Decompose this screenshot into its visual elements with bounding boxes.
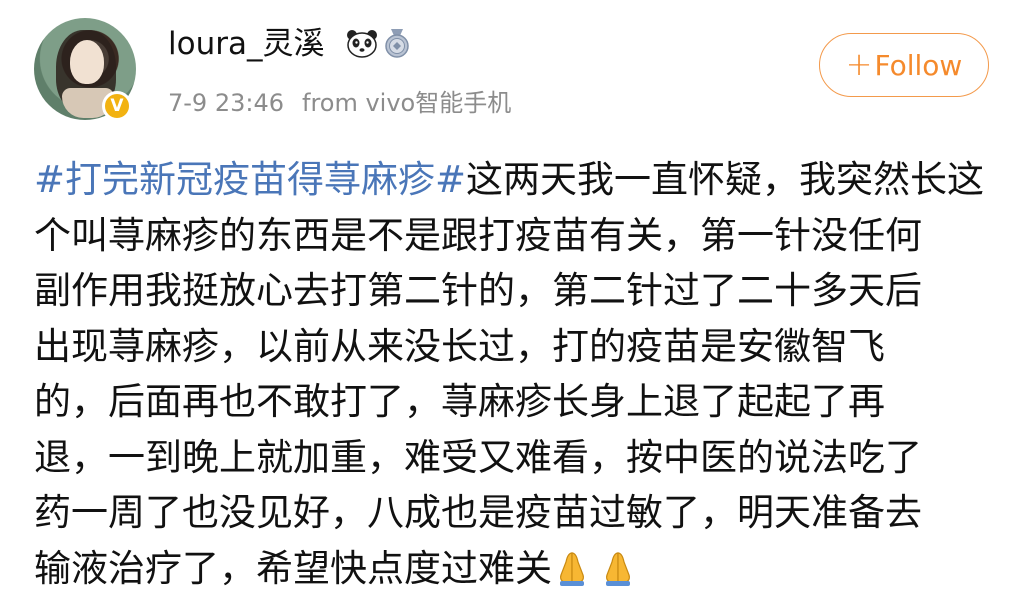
follow-button[interactable]: +Follow [819, 33, 989, 97]
post-text: 这两天我一直怀疑，我突然长这 [466, 158, 985, 201]
post-line: 个叫荨麻疹的东西是不是跟打疫苗有关，第一针没任何 [34, 213, 922, 257]
panda-icon [345, 28, 379, 58]
post-text: 输液治疗了，希望快点度过难关 [34, 546, 552, 590]
plus-icon: + [845, 45, 873, 83]
hashtag-link[interactable]: #打完新冠疫苗得荨麻疹# [34, 158, 466, 201]
medal-icon [383, 28, 411, 58]
post-line: 输液治疗了，希望快点度过难关 [34, 541, 994, 597]
post-meta: 7-9 23:46 from vivo智能手机 [168, 88, 511, 118]
post-line: 药一周了也没见好，八成也是疫苗过敏了，明天准备去 [34, 491, 922, 534]
post-line: 的，后面再也不敢打了，荨麻疹长身上退了起起了再 [34, 380, 885, 423]
verified-badge-icon: V [102, 91, 132, 121]
post-line: #打完新冠疫苗得荨麻疹#这两天我一直怀疑，我突然长这 [34, 152, 994, 208]
post-line: 副作用我挺放心去打第二针的，第二针过了二十多天后 [34, 269, 922, 312]
post-body: #打完新冠疫苗得荨麻疹#这两天我一直怀疑，我突然长这 个叫荨麻疹的东西是不是跟打… [34, 152, 994, 596]
author-badges [345, 28, 411, 58]
post-line: 出现荨麻疹，以前从来没长过，打的疫苗是安徽智飞 [34, 324, 885, 368]
post-date: 7-9 23:46 [168, 89, 284, 117]
avatar-face [70, 40, 104, 84]
post-line: 退，一到晚上就加重，难受又难看，按中医的说法吃了 [34, 435, 922, 479]
folded-hands-icon [552, 547, 592, 587]
folded-hands-icon [598, 547, 638, 587]
follow-label: Follow [874, 49, 963, 82]
author-username[interactable]: loura_灵溪 [168, 24, 324, 64]
post-source[interactable]: from vivo智能手机 [302, 89, 511, 117]
